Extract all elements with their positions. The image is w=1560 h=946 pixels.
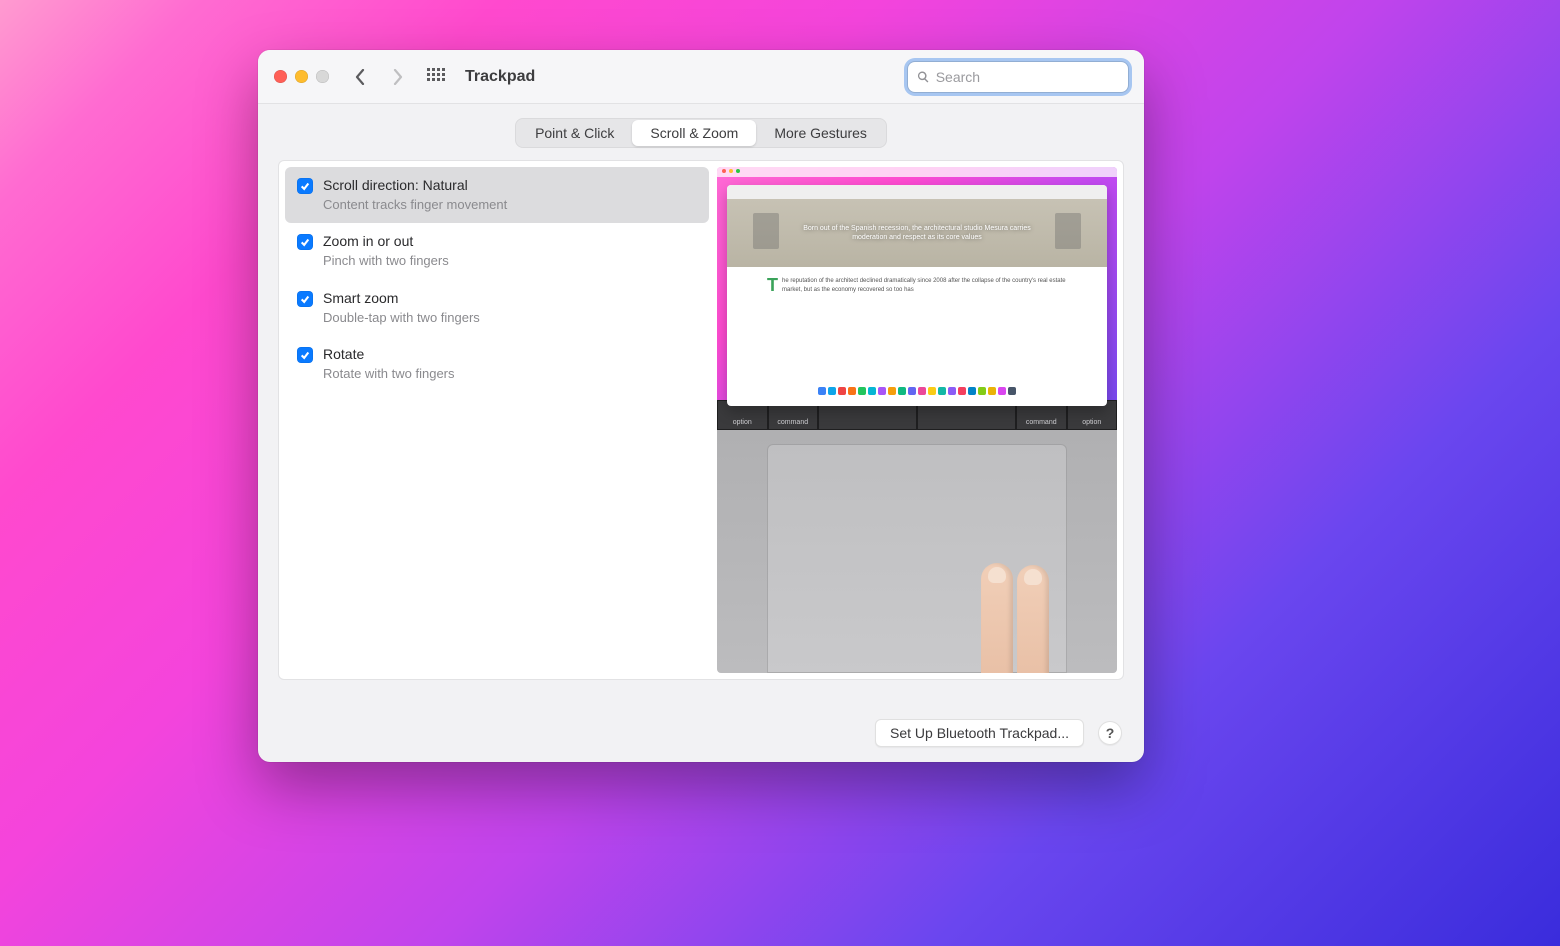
content-area: Scroll direction: Natural Content tracks… [278,160,1124,680]
option-rotate[interactable]: Rotate Rotate with two fingers [285,336,709,392]
option-subtitle: Rotate with two fingers [323,365,455,383]
show-all-preferences-button[interactable] [427,68,445,86]
checkmark-icon [300,237,310,247]
preview-dropcap: T [767,277,778,293]
finger-icon [981,563,1013,673]
option-subtitle: Pinch with two fingers [323,252,449,270]
preview-traffic-lights [722,169,740,173]
preview-hand [923,533,1063,673]
window-controls [274,70,329,83]
tab-point-and-click[interactable]: Point & Click [517,120,632,146]
option-title: Smart zoom [323,289,480,308]
preview-dock [729,384,1105,398]
preview-article: T he reputation of the architect decline… [727,267,1107,305]
option-title: Zoom in or out [323,232,449,251]
tab-more-gestures[interactable]: More Gestures [756,120,885,146]
preview-article-text: he reputation of the architect declined … [782,278,1066,293]
preview-hero-image: Born out of the Spanish recession, the a… [727,199,1107,267]
checkbox-scroll-direction[interactable] [297,178,313,194]
preview-trackpad-area [717,430,1117,673]
nav-arrows [353,69,405,85]
option-subtitle: Content tracks finger movement [323,196,507,214]
search-input[interactable] [936,69,1119,85]
gesture-preview: Born out of the Spanish recession, the a… [717,167,1117,673]
setup-bluetooth-trackpad-button[interactable]: Set Up Bluetooth Trackpad... [875,719,1084,747]
preview-browser-window: Born out of the Spanish recession, the a… [727,185,1107,406]
footer: Set Up Bluetooth Trackpad... ? [258,704,1144,762]
checkmark-icon [300,181,310,191]
tab-scroll-and-zoom[interactable]: Scroll & Zoom [632,120,756,146]
zoom-window-button [316,70,329,83]
preview-desktop: Born out of the Spanish recession, the a… [717,167,1117,400]
window-title: Trackpad [465,68,535,86]
option-title: Scroll direction: Natural [323,176,507,195]
checkbox-rotate[interactable] [297,347,313,363]
option-title: Rotate [323,345,455,364]
preview-hero-text: Born out of the Spanish recession, the a… [803,224,1031,242]
checkbox-smart-zoom[interactable] [297,291,313,307]
segmented-control: Point & Click Scroll & Zoom More Gesture… [515,118,887,148]
preview-menubar [717,167,1117,177]
close-window-button[interactable] [274,70,287,83]
checkbox-zoom[interactable] [297,234,313,250]
options-list: Scroll direction: Natural Content tracks… [285,167,709,673]
help-button[interactable]: ? [1098,721,1122,745]
checkmark-icon [300,350,310,360]
preview-address-bar [727,185,1107,199]
option-subtitle: Double-tap with two fingers [323,309,480,327]
trackpad-preferences-window: Trackpad Point & Click Scroll & Zoom Mor… [258,50,1144,762]
option-zoom-in-or-out[interactable]: Zoom in or out Pinch with two fingers [285,223,709,279]
titlebar: Trackpad [258,50,1144,104]
option-scroll-direction[interactable]: Scroll direction: Natural Content tracks… [285,167,709,223]
option-smart-zoom[interactable]: Smart zoom Double-tap with two fingers [285,280,709,336]
search-field[interactable] [908,62,1128,92]
tabs: Point & Click Scroll & Zoom More Gesture… [258,104,1144,148]
forward-button [391,69,405,85]
finger-icon [1017,565,1049,673]
checkmark-icon [300,294,310,304]
minimize-window-button[interactable] [295,70,308,83]
back-button[interactable] [353,69,367,85]
search-icon [917,70,930,84]
